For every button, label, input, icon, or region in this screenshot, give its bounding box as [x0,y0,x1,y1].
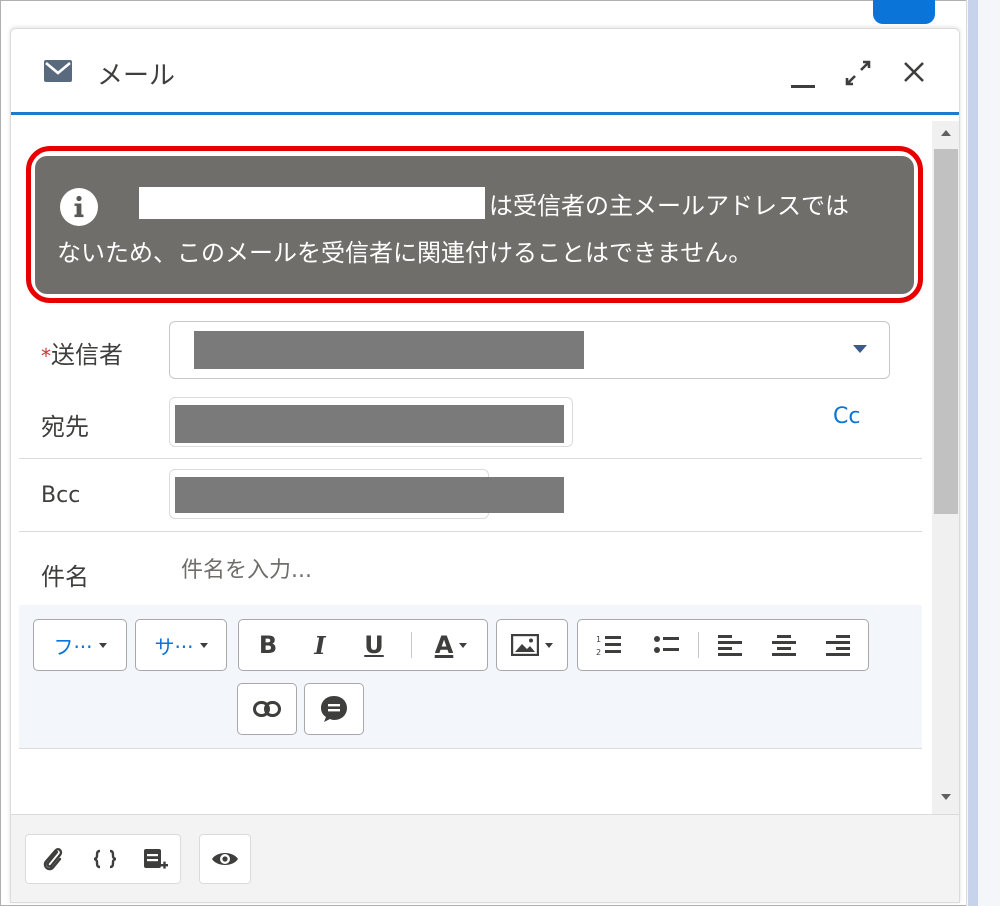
chevron-down-icon[interactable] [851,343,869,355]
bullet-list-button[interactable] [640,620,694,670]
quick-text-group [304,683,364,735]
align-center-icon [772,635,796,656]
bcc-label: Bcc [41,483,81,508]
attach-icon [43,848,63,871]
text-format-group: B I U A [238,619,488,671]
svg-text:2: 2 [596,648,601,657]
preview-icon [212,853,238,865]
background-page-stripe [968,0,978,906]
quick-text-icon [321,696,347,722]
composer-header: メール [11,29,959,115]
chevron-down-icon [545,642,553,648]
svg-text:1: 1 [596,635,601,644]
from-label: *送信者 [41,335,123,370]
chevron-down-icon [98,642,107,648]
scroll-up-arrow-icon[interactable] [939,125,953,141]
from-label-text: 送信者 [51,341,123,369]
merge-field-icon [93,849,117,869]
underline-button[interactable]: U [349,620,399,670]
email-composer-panel: メール は受信者の主メールアドレスでは ないため、このメールを受信者に関連付ける… [10,28,960,903]
font-family-dropdown[interactable]: フ··· [33,619,127,671]
link-icon [253,701,281,717]
template-icon [144,849,168,869]
text-color-button[interactable]: A [417,620,485,670]
insert-image-button[interactable] [497,620,567,670]
align-left-icon [718,635,742,656]
font-family-button[interactable]: フ··· [34,620,126,670]
align-right-icon [826,635,850,656]
chevron-down-icon [199,642,208,648]
alert-highlight-outline [26,146,923,303]
insert-link-button[interactable] [238,684,296,734]
insert-link-group [237,683,297,735]
font-size-value: サ··· [154,634,194,659]
bold-button[interactable]: B [243,620,293,670]
mail-icon [44,60,72,82]
numbered-list-button[interactable]: 1 2 [582,620,636,670]
numbered-list-icon: 1 2 [596,635,621,657]
font-size-dropdown[interactable]: サ··· [135,619,227,671]
chevron-down-icon [459,642,468,648]
minimize-icon[interactable] [789,57,819,91]
redacted-from-value [194,331,584,369]
required-mark: * [41,344,51,368]
font-size-button[interactable]: サ··· [136,620,226,670]
redacted-bcc-recipient [175,477,564,513]
image-icon [511,634,539,656]
footer-preview-group [199,834,251,884]
toolbar-separator [411,632,412,658]
composer-title: メール [97,61,176,91]
align-right-button[interactable] [812,620,864,670]
scroll-down-arrow-icon[interactable] [939,789,953,805]
background-utility-tab[interactable] [873,0,935,24]
insert-merge-field-button[interactable] [82,835,128,883]
to-label: 宛先 [41,413,89,441]
insert-image-dropdown[interactable] [496,619,568,671]
divider [19,531,922,532]
align-center-button[interactable] [758,620,810,670]
subject-input[interactable] [181,547,911,593]
align-left-button[interactable] [704,620,756,670]
footer-button-group [25,834,181,884]
divider [19,458,922,459]
text-color-letter: A [434,631,454,659]
preview-button[interactable] [202,835,248,883]
attach-file-button[interactable] [30,835,76,883]
quick-text-button[interactable] [305,684,363,734]
scrollbar-thumb[interactable] [934,149,958,514]
list-align-group: 1 2 [577,619,869,671]
redacted-to-recipient [175,405,564,443]
expand-icon[interactable] [843,57,873,89]
cc-link[interactable]: Cc [833,404,860,429]
insert-template-button[interactable] [132,835,178,883]
font-family-value: フ··· [53,634,93,659]
subject-label: 件名 [41,563,89,591]
close-icon[interactable] [899,57,929,89]
bullet-list-icon [654,636,679,653]
italic-button[interactable]: I [295,620,345,670]
toolbar-separator [698,632,699,658]
